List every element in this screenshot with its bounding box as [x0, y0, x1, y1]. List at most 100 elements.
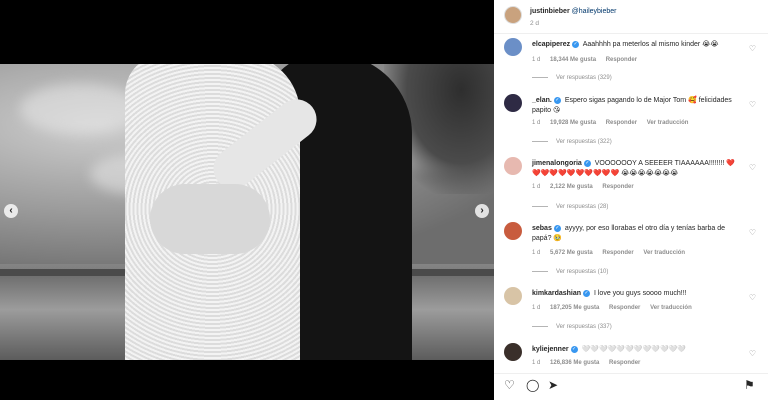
replies-line [532, 270, 548, 272]
comment-meta: 1 d 126,836 Me gusta Responder [532, 360, 648, 366]
comment-text: Aaahhhh pa meterlos al mismo kinder 😭😭 [582, 41, 719, 48]
comment-likes[interactable]: 187,205 Me gusta [550, 305, 599, 311]
view-replies[interactable]: Ver respuestas (329) [532, 75, 612, 81]
comment-item: jimenalongoria ✓ VOOOOOOY A SEEEER TIAAAA… [504, 157, 762, 215]
view-replies[interactable]: Ver respuestas (10) [532, 269, 608, 275]
chevron-right-icon[interactable]: › [475, 204, 489, 218]
comment-body: elcapiperez ✓ Aaahhhh pa meterlos al mism… [532, 40, 742, 50]
view-replies-label[interactable]: Ver respuestas (337) [556, 324, 612, 330]
verified-badge-icon: ✓ [583, 159, 591, 167]
verified-badge-icon: ✓ [572, 40, 580, 48]
comment-username[interactable]: _elan. [532, 97, 552, 104]
translate-button[interactable]: Ver traducción [650, 305, 692, 311]
comment-avatar[interactable] [504, 343, 522, 361]
post-actions-bar: ♡ ◯ ➤ ⚑ [504, 378, 760, 396]
comment-meta: 1 d 2,122 Me gusta Responder [532, 184, 642, 190]
comment-item: kyliejenner ✓ 🤍🤍🤍🤍🤍🤍🤍🤍🤍🤍🤍🤍 1 d 126,836 Me… [504, 343, 762, 371]
caption-mention[interactable]: @haileybieber [572, 8, 617, 15]
heart-icon[interactable]: ♡ [749, 44, 756, 53]
divider [494, 33, 768, 34]
share-icon[interactable]: ➤ [548, 378, 558, 392]
verified-badge-icon: ✓ [583, 289, 591, 297]
view-replies[interactable]: Ver respuestas (322) [532, 139, 612, 145]
comment-text: 🤍🤍🤍🤍🤍🤍🤍🤍🤍🤍🤍🤍 [581, 346, 687, 353]
comment-time: 1 d [532, 120, 541, 126]
comment-body: jimenalongoria ✓ VOOOOOOY A SEEEER TIAAAA… [532, 159, 742, 179]
comment-meta: 1 d 18,344 Me gusta Responder [532, 57, 645, 63]
heart-icon[interactable]: ♡ [749, 349, 756, 358]
reply-button[interactable]: Responder [609, 360, 640, 366]
comment-avatar[interactable] [504, 38, 522, 56]
comment-likes[interactable]: 5,672 Me gusta [550, 250, 593, 256]
comment-body: _elan. ✓ Espero sigas pagando lo de Major… [532, 96, 742, 116]
photo-cloud [20, 84, 140, 134]
instagram-post-view: ‹ › justinbieber @haileybieber 2 d elcap… [0, 0, 768, 400]
reply-button[interactable]: Responder [606, 57, 637, 63]
author-username[interactable]: justinbieber [530, 8, 570, 15]
comment-time: 1 d [532, 184, 541, 190]
heart-icon[interactable]: ♡ [749, 163, 756, 172]
comment-body: sebas ✓ ayyyy, por eso llorabas el otro d… [532, 224, 742, 244]
comment-likes[interactable]: 2,122 Me gusta [550, 184, 593, 190]
comment-username[interactable]: sebas [532, 225, 552, 232]
reply-button[interactable]: Responder [602, 250, 633, 256]
media-pane: ‹ › [0, 0, 494, 400]
verified-badge-icon: ✓ [570, 345, 578, 353]
view-replies[interactable]: Ver respuestas (337) [532, 324, 612, 330]
comment-item: kimkardashian ✓ I love you guys soooo muc… [504, 287, 762, 339]
comment-time: 1 d [532, 360, 541, 366]
comment-username[interactable]: elcapiperez [532, 41, 570, 48]
reply-button[interactable]: Responder [609, 305, 640, 311]
post-photo[interactable] [0, 64, 494, 360]
comment-likes[interactable]: 18,344 Me gusta [550, 57, 596, 63]
post-time: 2 d [530, 20, 540, 27]
view-replies-label[interactable]: Ver respuestas (10) [556, 269, 608, 275]
comment-body: kyliejenner ✓ 🤍🤍🤍🤍🤍🤍🤍🤍🤍🤍🤍🤍 [532, 345, 742, 355]
translate-button[interactable]: Ver traducción [643, 250, 685, 256]
comment-avatar[interactable] [504, 94, 522, 112]
reply-button[interactable]: Responder [602, 184, 633, 190]
photo-hands [150, 184, 270, 254]
comments-panel: justinbieber @haileybieber 2 d elcapiper… [494, 0, 768, 400]
heart-icon[interactable]: ♡ [749, 293, 756, 302]
heart-icon[interactable]: ♡ [749, 100, 756, 109]
comment-username[interactable]: kyliejenner [532, 346, 569, 353]
bookmark-icon[interactable]: ⚑ [744, 378, 755, 392]
comment-username[interactable]: kimkardashian [532, 290, 581, 297]
comment-meta: 1 d 5,672 Me gusta Responder Ver traducc… [532, 250, 693, 256]
comment-icon[interactable]: ◯ [526, 378, 539, 392]
comment-meta: 1 d 19,928 Me gusta Responder Ver traduc… [532, 120, 696, 126]
comment-avatar[interactable] [504, 287, 522, 305]
post-caption: justinbieber @haileybieber 2 d [504, 4, 762, 34]
view-replies-label[interactable]: Ver respuestas (322) [556, 139, 612, 145]
replies-line [532, 205, 548, 207]
comment-text: ayyyy, por eso llorabas el otro día y te… [532, 225, 725, 242]
author-avatar[interactable] [504, 6, 522, 24]
heart-icon[interactable]: ♡ [504, 378, 515, 392]
divider [494, 373, 768, 374]
comment-time: 1 d [532, 305, 541, 311]
comment-avatar[interactable] [504, 157, 522, 175]
translate-button[interactable]: Ver traducción [647, 120, 689, 126]
chevron-left-icon[interactable]: ‹ [4, 204, 18, 218]
comment-body: kimkardashian ✓ I love you guys soooo muc… [532, 289, 742, 299]
comment-time: 1 d [532, 250, 541, 256]
caption-text: justinbieber @haileybieber [530, 8, 617, 15]
reply-button[interactable]: Responder [606, 120, 637, 126]
comment-text: I love you guys soooo much!!! [593, 290, 687, 297]
view-replies[interactable]: Ver respuestas (28) [532, 204, 608, 210]
view-replies-label[interactable]: Ver respuestas (28) [556, 204, 608, 210]
comment-avatar[interactable] [504, 222, 522, 240]
comment-username[interactable]: jimenalongoria [532, 160, 582, 167]
view-replies-label[interactable]: Ver respuestas (329) [556, 75, 612, 81]
comment-likes[interactable]: 19,928 Me gusta [550, 120, 596, 126]
comment-time: 1 d [532, 57, 541, 63]
comment-text: Espero sigas pagando lo de Major Tom 🥰 f… [532, 97, 732, 114]
replies-line [532, 76, 548, 78]
comment-likes[interactable]: 126,836 Me gusta [550, 360, 599, 366]
comment-item: sebas ✓ ayyyy, por eso llorabas el otro d… [504, 222, 762, 280]
verified-badge-icon: ✓ [553, 96, 561, 104]
replies-line [532, 140, 548, 142]
heart-icon[interactable]: ♡ [749, 228, 756, 237]
comment-item: _elan. ✓ Espero sigas pagando lo de Major… [504, 94, 762, 152]
